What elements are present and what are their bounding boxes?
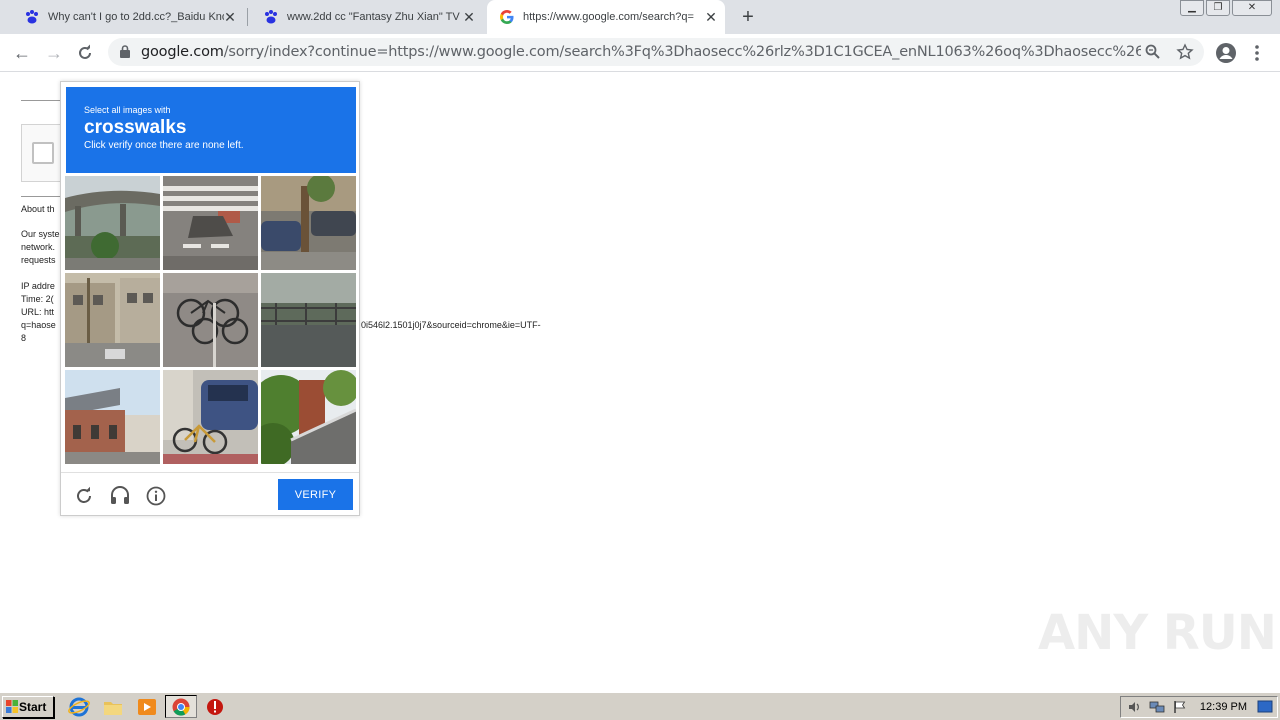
recaptcha-challenge: Select all images with crosswalks Click …: [60, 81, 360, 516]
tab-close-icon[interactable]: ✕: [461, 9, 477, 25]
baidu-paw-icon: [265, 10, 277, 24]
url-line: URL: htt: [21, 307, 55, 317]
challenge-instruction: Click verify once there are none left.: [84, 140, 244, 151]
start-label: Start: [19, 700, 47, 714]
tab-close-icon[interactable]: ✕: [703, 9, 719, 25]
internet-explorer-icon[interactable]: [68, 696, 90, 718]
tab-2dd-fantasy[interactable]: www.2dd cc "Fantasy Zhu Xian" TV s ✕: [243, 0, 483, 34]
kebab-menu-icon[interactable]: [1250, 42, 1264, 64]
zoom-magnifier-icon[interactable]: [1144, 43, 1162, 61]
recaptcha-checkbox[interactable]: [32, 142, 54, 164]
browser-tab-strip: Why can't I go to 2dd.cc?_Baidu Kno ✕ ww…: [0, 0, 1280, 34]
show-desktop-icon[interactable]: [1257, 700, 1273, 714]
challenge-header: Select all images with crosswalks Click …: [66, 87, 356, 173]
tab-close-icon[interactable]: ✕: [222, 9, 238, 25]
window-controls: ▁ ❐ ✕: [1178, 0, 1272, 16]
stop-sign-icon[interactable]: [204, 696, 226, 718]
start-button[interactable]: Start: [2, 696, 54, 718]
divider: [21, 100, 61, 101]
system-tray: 12:39 PM: [1120, 696, 1278, 718]
tab-baidu-knows[interactable]: Why can't I go to 2dd.cc?_Baidu Kno ✕: [4, 0, 244, 34]
image-tile-overpass[interactable]: [65, 176, 160, 270]
audio-challenge-icon[interactable]: [109, 485, 131, 507]
divider: [21, 196, 61, 197]
network-icon[interactable]: [1149, 700, 1165, 714]
back-arrow-icon[interactable]: ←: [10, 41, 34, 65]
profile-avatar-icon[interactable]: [1215, 42, 1237, 64]
tab-google-search[interactable]: https://www.google.com/search?q= ✕: [487, 0, 725, 34]
url-host: google.com: [141, 44, 224, 60]
image-tile-bicycle-car[interactable]: [163, 370, 258, 464]
info-icon[interactable]: [145, 485, 167, 507]
address-bar[interactable]: google.com/sorry/index?continue=https://…: [108, 38, 1204, 66]
image-tile-bicycles[interactable]: [163, 273, 258, 367]
lock-icon: [120, 45, 130, 58]
image-grid: [65, 176, 358, 466]
google-g-icon: [500, 10, 514, 24]
image-tile-buildings[interactable]: [65, 273, 160, 367]
challenge-footer: VERIFY: [61, 472, 359, 517]
restore-icon[interactable]: ❐: [1206, 0, 1230, 16]
tab-title: www.2dd cc "Fantasy Zhu Xian" TV s: [287, 11, 463, 23]
bookmark-star-icon[interactable]: [1176, 43, 1194, 61]
taskbar-active-button[interactable]: [165, 695, 197, 718]
taskbar-clock[interactable]: 12:39 PM: [1200, 697, 1247, 717]
challenge-prompt: Select all images with: [84, 105, 171, 115]
time-line: Time: 2(: [21, 294, 54, 304]
baidu-paw-icon: [26, 10, 38, 24]
message-line: network.: [21, 242, 56, 252]
tab-title: https://www.google.com/search?q=: [523, 11, 694, 23]
image-tile-brick-house[interactable]: [65, 370, 160, 464]
url-line: q=haose: [21, 320, 56, 330]
ip-line: IP addre: [21, 281, 55, 291]
action-center-flag-icon[interactable]: [1173, 700, 1187, 714]
message-line: Our syste: [21, 229, 60, 239]
verify-button[interactable]: VERIFY: [278, 479, 353, 510]
media-player-icon[interactable]: [136, 696, 158, 718]
file-explorer-folder-icon[interactable]: [102, 696, 124, 718]
windows-flag-icon: [6, 700, 18, 713]
tab-title: Why can't I go to 2dd.cc?_Baidu Kno: [48, 11, 224, 23]
image-tile-crosswalk[interactable]: [163, 176, 258, 270]
image-tile-fence-road[interactable]: [261, 273, 356, 367]
anyrun-watermark: ANY RUN: [1038, 605, 1277, 661]
image-tile-chimney-tree[interactable]: [261, 370, 356, 464]
speaker-volume-icon[interactable]: [1127, 700, 1141, 714]
url-line-tail: 0i546l2.1501j0j7&sourceid=chrome&ie=UTF-: [361, 320, 541, 330]
close-window-icon[interactable]: ✕: [1232, 0, 1272, 16]
forward-arrow-icon[interactable]: →: [42, 41, 66, 65]
minimize-icon[interactable]: ▁: [1180, 0, 1204, 16]
new-tab-plus-icon[interactable]: +: [737, 6, 759, 28]
image-tile-parked-cars[interactable]: [261, 176, 356, 270]
challenge-target: crosswalks: [84, 117, 187, 138]
reload-icon[interactable]: [76, 44, 94, 62]
browser-toolbar: ← → google.com/sorry/index?continue=http…: [0, 34, 1280, 72]
message-line: requests: [21, 255, 56, 265]
chrome-icon: [172, 698, 190, 716]
about-text: About th: [21, 204, 55, 214]
url-path: /sorry/index?continue=https://www.google…: [223, 44, 1141, 60]
windows-taskbar: Start 12:39 PM: [0, 692, 1280, 720]
url-text: google.com/sorry/index?continue=https://…: [141, 38, 1141, 66]
reload-challenge-icon[interactable]: [73, 485, 95, 507]
url-line: 8: [21, 333, 27, 343]
